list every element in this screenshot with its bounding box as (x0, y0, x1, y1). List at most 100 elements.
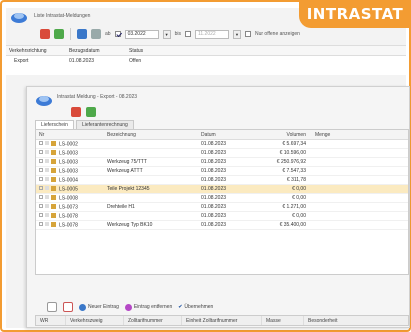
delete-icon[interactable] (71, 107, 81, 117)
green-action-icon[interactable] (54, 29, 64, 39)
row-nr: LS-0078 (59, 213, 78, 220)
expand-icon[interactable] (39, 186, 43, 191)
row-status-icon (45, 222, 49, 227)
col-bezugsdatum[interactable]: Bezugsdatum (66, 48, 126, 54)
expand-icon[interactable] (39, 141, 43, 146)
expand-icon[interactable] (39, 195, 43, 200)
table-row[interactable]: LS-0004 01.08.2023 € 311,78 (36, 176, 408, 185)
table-row[interactable]: LS-0005 Teile Projekt 12345 01.08.2023 € 0,… (36, 185, 408, 194)
row-bezeichnung: Werkzeug Typ BK10 (107, 222, 153, 228)
col-verkehrsrichtung[interactable]: Verkehrsrichtung (6, 48, 66, 54)
table-row[interactable]: LS-0073 Drehteile H1 01.08.2023 € 1.271,00 (36, 203, 408, 212)
ab-dropdown-icon[interactable]: ▼ (162, 29, 171, 39)
tab-lieferantenrechnung[interactable]: Lieferantenrechnung (75, 120, 134, 129)
apply-button[interactable]: ✔ Übernehmen (178, 304, 213, 310)
expand-icon[interactable] (39, 222, 43, 227)
intrastat-app-icon (11, 13, 27, 23)
col-menge[interactable]: Menge (312, 132, 372, 138)
expand-icon[interactable] (39, 150, 43, 155)
subcol-wr[interactable]: WR (36, 316, 66, 325)
remove-entry-button[interactable]: Eintrag entfernen (124, 303, 172, 311)
ab-checkbox[interactable] (114, 31, 121, 37)
checkmark-icon: ✔ (178, 304, 183, 310)
row-nr: LS-0002 (59, 141, 78, 148)
row-datum: 01.08.2023 (201, 213, 227, 219)
only-open-checkbox[interactable] (244, 31, 251, 37)
delivery-rows: LS-0002 01.08.2023 € 5.697,34 LS-0003 01.08.… (36, 140, 408, 230)
only-open-label: Nur offene anzeigen (254, 31, 300, 37)
bis-date-field[interactable]: 11.2022 (194, 29, 229, 39)
table-row[interactable]: LS-0003 Werkzeug 75/TTT 01.08.2023 € 250.97… (36, 158, 408, 167)
document-icon (51, 194, 56, 200)
copy-icon[interactable] (47, 302, 57, 312)
row-status-icon (45, 150, 49, 155)
expand-icon[interactable] (39, 204, 43, 209)
col-volumen[interactable]: Volumen (256, 132, 312, 138)
table-row[interactable]: LS-0003 01.08.2023 € 10.596,00 (36, 149, 408, 158)
row-status-icon (45, 141, 49, 146)
subcol-masse[interactable]: Masse (262, 316, 304, 325)
col-status[interactable]: Status (126, 48, 186, 54)
row-nr: LS-0005 (59, 186, 78, 193)
document-icon (51, 176, 56, 182)
row-nr-cell: LS-0003 (36, 167, 104, 174)
paste-icon[interactable] (63, 302, 73, 312)
row-datum: 01.08.2023 (69, 57, 95, 64)
entry-action-bar: Neuer Eintrag Eintrag entfernen ✔ Überne… (35, 300, 409, 314)
new-report-icon[interactable] (77, 29, 87, 39)
document-icon (51, 221, 56, 227)
bis-label: bis (174, 31, 181, 37)
row-nr: LS-0003 (59, 159, 78, 166)
confirm-icon[interactable] (86, 107, 96, 117)
delivery-grid: Nr Bezeichnung Datum Volumen Menge LS-00… (35, 129, 409, 275)
row-volumen: € 0,00 (292, 195, 306, 201)
expand-icon[interactable] (39, 177, 43, 182)
table-row[interactable]: LS-0008 01.08.2023 € 0,00 (36, 194, 408, 203)
row-datum: 01.08.2023 (201, 204, 227, 210)
row-datum: 01.08.2023 (201, 195, 227, 201)
subcol-verkehrszweig[interactable]: Verkehrszweig (66, 316, 124, 325)
subcol-zolltarifnummer[interactable]: Zolltarifnummer (124, 316, 182, 325)
subcol-besonderheit[interactable]: Besonderheit (304, 316, 404, 325)
row-status-icon (45, 195, 49, 200)
document-icon (51, 140, 56, 146)
table-row[interactable]: LS-0078 Werkzeug Typ BK10 01.08.2023 € 35.4… (36, 221, 408, 230)
row-icons (39, 176, 56, 182)
apply-label: Übernehmen (184, 304, 214, 310)
row-icons (39, 221, 56, 227)
document-icon (51, 212, 56, 218)
row-volumen: € 5.697,34 (282, 141, 306, 147)
add-icon (79, 303, 86, 311)
delivery-grid-header: Nr Bezeichnung Datum Volumen Menge (36, 130, 408, 140)
table-row[interactable]: LS-0078 01.08.2023 € 0,00 (36, 212, 408, 221)
toolbar-divider (70, 28, 71, 40)
expand-icon[interactable] (39, 168, 43, 173)
detail-tabs: Lieferschein Lieferantenrechnung (35, 120, 134, 129)
row-icons (39, 185, 56, 191)
expand-icon[interactable] (39, 159, 43, 164)
new-entry-label: Neuer Eintrag (88, 304, 119, 310)
row-nr-cell: LS-0003 (36, 158, 104, 166)
bis-dropdown-icon[interactable]: ▼ (232, 29, 241, 39)
row-nr-cell: LS-0005 (36, 185, 104, 193)
row-status-icon (45, 186, 49, 191)
bis-checkbox[interactable] (184, 31, 191, 37)
tab-lieferschein[interactable]: Lieferschein (35, 120, 74, 129)
row-icons (39, 158, 56, 164)
col-nr[interactable]: Nr (36, 132, 104, 138)
document-icon (51, 149, 56, 155)
table-row[interactable]: LS-0002 01.08.2023 € 5.697,34 (36, 140, 408, 149)
ab-date-field[interactable]: 03.2022 (124, 29, 159, 39)
report-row[interactable]: Export 01.08.2023 Offen (6, 56, 406, 65)
row-nr: LS-0003 (59, 150, 78, 157)
row-status-icon (45, 168, 49, 173)
subcol-einheit[interactable]: Einheit Zolltarifnummer (182, 316, 262, 325)
settings-icon[interactable] (91, 29, 101, 39)
col-bezeichnung[interactable]: Bezeichnung (104, 132, 198, 138)
table-row[interactable]: LS-0003 Werkzeug ATTT 01.08.2023 € 7.547,33 (36, 167, 408, 176)
new-entry-button[interactable]: Neuer Eintrag (79, 303, 119, 311)
red-action-icon[interactable] (40, 29, 50, 39)
row-icons (39, 149, 56, 155)
expand-icon[interactable] (39, 213, 43, 218)
col-datum[interactable]: Datum (198, 132, 256, 138)
